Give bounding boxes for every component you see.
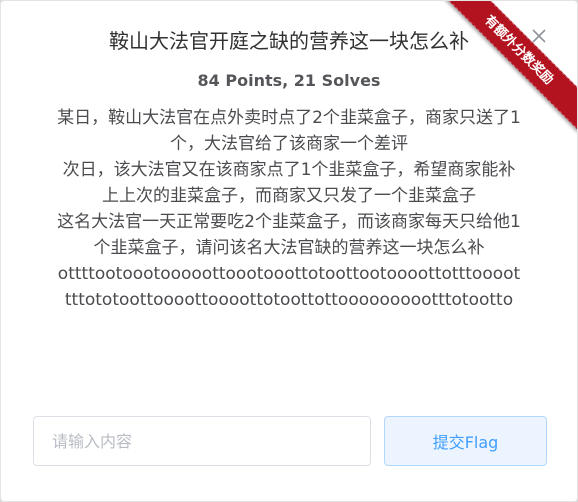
encoded-text: ottttootoootooooottoootooottotoottootooo… xyxy=(57,264,521,310)
flag-input[interactable] xyxy=(33,416,371,466)
challenge-dialog: 鞍山大法官开庭之缺的营养这一块怎么补 有额外分数奖励 84 Points, 21… xyxy=(0,0,578,502)
points-solves: 84 Points, 21 Solves xyxy=(197,71,381,90)
description-line: 某日，鞍山大法官在点外卖时点了2个韭菜盒子，商家只送了1个，大法官给了该商家一个… xyxy=(57,108,521,154)
description-line: 这名大法官一天正常要吃2个韭菜盒子，而该商家每天只给他1个韭菜盒子，请问该名大法… xyxy=(57,212,521,258)
submit-flag-button[interactable]: 提交Flag xyxy=(384,416,547,466)
close-icon xyxy=(532,29,546,43)
close-button[interactable] xyxy=(528,25,550,47)
challenge-description: 某日，鞍山大法官在点外卖时点了2个韭菜盒子，商家只送了1个，大法官给了该商家一个… xyxy=(56,105,522,313)
description-line: 次日，该大法官又在该商家点了1个韭菜盒子，希望商家能补上上次的韭菜盒子，而商家又… xyxy=(62,160,516,206)
challenge-title: 鞍山大法官开庭之缺的营养这一块怎么补 xyxy=(109,29,469,53)
